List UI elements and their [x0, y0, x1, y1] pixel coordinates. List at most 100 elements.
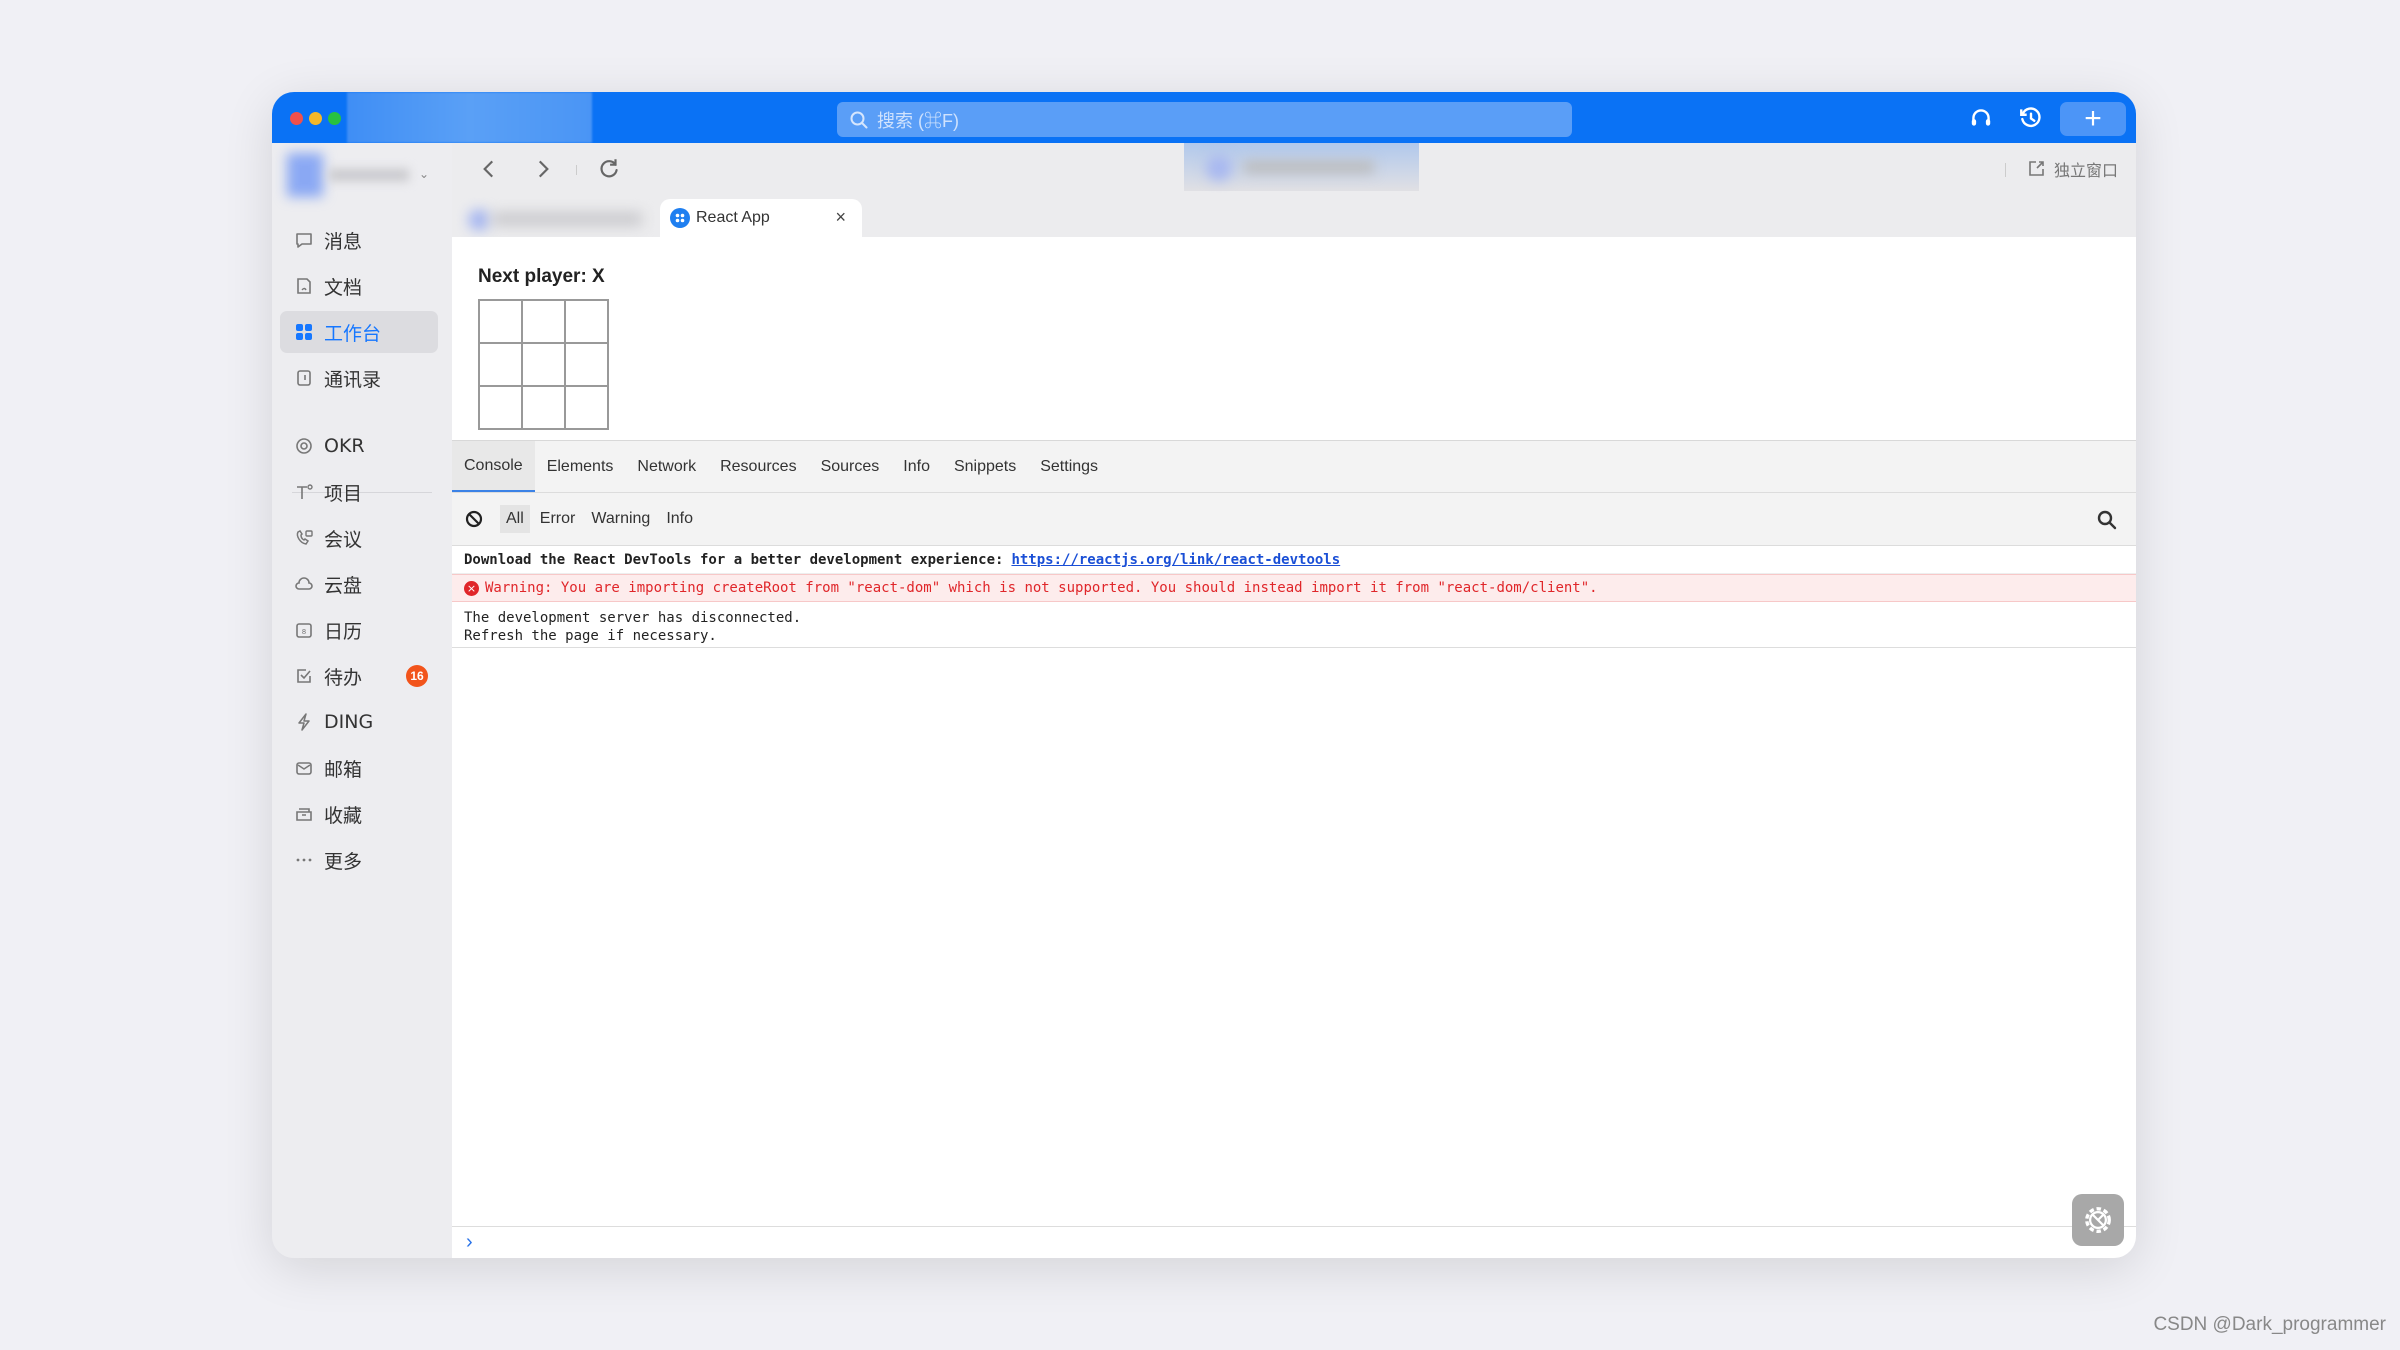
sidebar-item-label: 更多	[324, 850, 363, 873]
board-square[interactable]	[479, 343, 522, 386]
board-square[interactable]	[522, 343, 565, 386]
sidebar-item-more[interactable]: 更多	[280, 839, 438, 881]
sidebar-item-label: 工作台	[324, 322, 382, 345]
redacted-org-name	[329, 169, 409, 181]
maximize-window-button[interactable]	[328, 112, 341, 125]
sidebar-item-label: 项目	[324, 482, 363, 505]
sidebar-item-projects[interactable]: 项目	[280, 471, 438, 513]
tab-elements[interactable]: Elements	[535, 441, 626, 492]
tab-resources[interactable]: Resources	[708, 441, 808, 492]
tab-sources[interactable]: Sources	[809, 441, 892, 492]
sidebar-item-label: 邮箱	[324, 758, 363, 781]
document-icon	[297, 278, 311, 294]
reload-button[interactable]	[596, 156, 622, 182]
sidebar-item-todo[interactable]: 待办 16	[280, 655, 438, 697]
sidebar-item-workbench[interactable]: 工作台	[280, 311, 438, 353]
prompt-chevron-icon: ›	[466, 1231, 473, 1253]
sidebar-item-label: 文档	[324, 276, 363, 299]
toolbar-divider	[2005, 163, 2006, 177]
global-search-input[interactable]: 搜索 (⌘F)	[837, 102, 1572, 137]
search-placeholder: 搜索 (⌘F)	[877, 110, 959, 131]
board-square[interactable]	[565, 386, 608, 429]
tab-info[interactable]: Info	[891, 441, 942, 492]
tab-settings[interactable]: Settings	[1028, 441, 1110, 492]
profile-switcher[interactable]: ⌄	[287, 151, 429, 199]
sidebar-item-label: 待办	[324, 666, 363, 689]
search-icon[interactable]	[2096, 509, 2118, 531]
sidebar-item-label: DING	[324, 711, 374, 733]
board-square[interactable]	[479, 386, 522, 429]
tab-console[interactable]: Console	[452, 441, 535, 492]
tab-react-app[interactable]: React App ×	[660, 199, 862, 237]
watermark: CSDN @Dark_programmer	[2153, 1314, 2386, 1335]
close-window-button[interactable]	[290, 112, 303, 125]
tab-network[interactable]: Network	[625, 441, 708, 492]
clear-console-icon[interactable]	[464, 509, 484, 529]
browser-tabs: React App ×	[452, 195, 2136, 237]
chevron-left-icon	[483, 160, 494, 178]
sidebar: ⌄ 消息 文档 工作台 通讯录 OKR 项目 会议 云盘 8 日历 待办 16 …	[272, 143, 452, 1258]
board-square[interactable]	[479, 300, 522, 343]
title-bar: 搜索 (⌘F) +	[272, 92, 2136, 143]
filter-all[interactable]: All	[500, 505, 530, 533]
sidebar-item-meetings[interactable]: 会议	[280, 517, 438, 559]
console-warning-entry: × Warning: You are importing createRoot …	[452, 574, 2136, 602]
sidebar-item-messages[interactable]: 消息	[280, 219, 438, 261]
history-icon[interactable]	[2018, 105, 2044, 131]
sidebar-item-label: 云盘	[324, 574, 363, 597]
browser-toolbar: 独立窗口	[452, 143, 2136, 195]
tab-snippets[interactable]: Snippets	[942, 441, 1028, 492]
board-square[interactable]	[565, 343, 608, 386]
svg-text:8: 8	[302, 628, 306, 636]
redacted-tab[interactable]	[462, 201, 652, 235]
sidebar-item-calendar[interactable]: 8 日历	[280, 609, 438, 651]
ding-icon	[298, 713, 310, 731]
filter-warning[interactable]: Warning	[585, 505, 656, 533]
minimize-window-button[interactable]	[309, 112, 322, 125]
project-icon	[297, 484, 313, 499]
detach-label: 独立窗口	[2053, 161, 2118, 180]
board-square[interactable]	[522, 386, 565, 429]
devtools-tabs: Console Elements Network Resources Sourc…	[452, 441, 2136, 493]
sidebar-item-okr[interactable]: OKR	[280, 425, 438, 467]
log-text: The development server has disconnected.	[464, 610, 802, 626]
log-text: Download the React DevTools for a better…	[464, 551, 1004, 568]
devtools-link[interactable]: https://reactjs.org/link/react-devtools	[1011, 552, 1340, 568]
workbench-icon	[296, 324, 312, 340]
add-button[interactable]: +	[2060, 102, 2126, 136]
sidebar-item-contacts[interactable]: 通讯录	[280, 357, 438, 399]
sidebar-item-ding[interactable]: DING	[280, 701, 438, 743]
console-input[interactable]: ›	[452, 1226, 2136, 1258]
back-button[interactable]	[476, 156, 502, 182]
sidebar-item-cloud-drive[interactable]: 云盘	[280, 563, 438, 605]
devtools-settings-button[interactable]	[2072, 1194, 2124, 1246]
board-square[interactable]	[522, 300, 565, 343]
external-window-icon	[2029, 161, 2044, 176]
board-square[interactable]	[565, 300, 608, 343]
message-icon	[296, 233, 312, 248]
embedded-browser: 独立窗口 React App × Next player: X Console …	[452, 143, 2136, 1258]
forward-button[interactable]	[530, 156, 556, 182]
headset-icon[interactable]	[1968, 105, 1994, 131]
filter-error[interactable]: Error	[534, 505, 582, 533]
sidebar-item-label: OKR	[324, 435, 365, 457]
toolbar-divider	[576, 165, 577, 175]
app-window: 搜索 (⌘F) + ⌄ 消息 文档 工作台 通讯录 OKR 项目 会议 云盘 8…	[272, 92, 2136, 1258]
console-log-entry: Download the React DevTools for a better…	[452, 546, 2136, 574]
filter-info[interactable]: Info	[660, 505, 699, 533]
chevron-right-icon	[538, 160, 549, 178]
sidebar-item-label: 日历	[324, 620, 363, 643]
sidebar-item-favorites[interactable]: 收藏	[280, 793, 438, 835]
close-tab-icon[interactable]: ×	[835, 207, 846, 228]
mail-icon	[296, 762, 312, 775]
okr-icon	[296, 438, 312, 454]
sidebar-item-label: 通讯录	[324, 368, 382, 391]
search-icon	[850, 111, 868, 128]
contacts-icon	[297, 370, 311, 386]
detach-window-button[interactable]: 独立窗口	[2026, 157, 2118, 181]
sidebar-item-mail[interactable]: 邮箱	[280, 747, 438, 789]
sidebar-item-docs[interactable]: 文档	[280, 265, 438, 307]
react-favicon-icon	[670, 208, 690, 228]
favorites-icon	[296, 808, 312, 821]
page-viewport: Next player: X	[452, 237, 2136, 440]
